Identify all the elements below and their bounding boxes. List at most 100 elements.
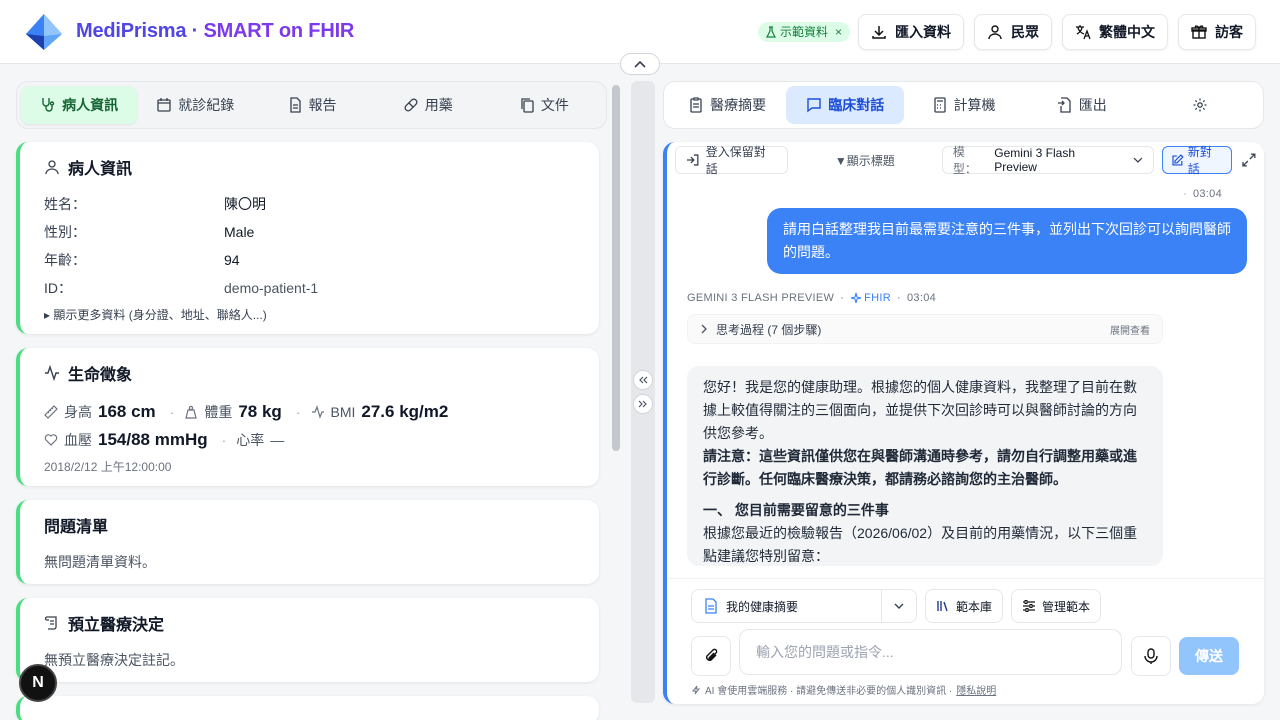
- template-library-label: 範本庫: [956, 599, 993, 614]
- translate-icon: [1076, 24, 1091, 39]
- health-summary-dropdown[interactable]: [882, 603, 916, 609]
- previous-message-meta: · 03:04: [1183, 188, 1222, 200]
- problem-list-empty: 無問題清單資料。: [44, 554, 156, 570]
- ruler-icon: [44, 405, 58, 419]
- thinking-process-toggle[interactable]: 思考過程 (7 個步驟) 展開查看: [687, 314, 1163, 344]
- chevron-right-icon: [701, 324, 707, 334]
- show-title-toggle[interactable]: ▼顯示標題: [796, 152, 934, 169]
- tab-label: 文件: [540, 97, 569, 113]
- stethoscope-icon: [42, 98, 55, 112]
- tab-documents[interactable]: 文件: [486, 86, 602, 124]
- close-icon[interactable]: ×: [835, 25, 842, 39]
- brand-name: MediPrisma ·: [76, 20, 199, 42]
- template-library-button[interactable]: 範本庫: [925, 589, 1004, 623]
- role-button[interactable]: 民眾: [974, 13, 1052, 50]
- chat-toolbar: 登入保留對話 ▼顯示標題 模型： Gemini 3 Flash Preview …: [675, 145, 1256, 176]
- collapse-header-button[interactable]: [620, 53, 660, 75]
- left-panel-scrollbar[interactable]: [612, 85, 620, 451]
- advance-directive-title: 預立醫療決定: [68, 617, 165, 634]
- attach-file-button[interactable]: [691, 636, 731, 676]
- prism-logo-icon: [26, 13, 62, 50]
- new-chat-button[interactable]: 新對話: [1161, 145, 1233, 176]
- tab-patient-info[interactable]: 病人資訊: [21, 86, 138, 124]
- tab-encounters[interactable]: 就診紀錄: [137, 86, 253, 124]
- tab-medical-summary[interactable]: 醫療摘要: [668, 86, 786, 124]
- bmi-value: 27.6 kg/m2: [361, 402, 449, 421]
- activity-icon: [45, 365, 59, 381]
- panel-splitter[interactable]: [631, 81, 655, 703]
- gear-icon: [1193, 98, 1207, 112]
- hr-value: —: [270, 432, 285, 448]
- language-label: 繁體中文: [1099, 23, 1155, 40]
- patient-tabs: 病人資訊 就診紀錄 報告 用藥 文件: [16, 81, 607, 129]
- next-card-peek: [16, 696, 599, 720]
- show-more-details-toggle[interactable]: ▸ 顯示更多資料 (身分證、地址、聯絡人...): [44, 306, 575, 323]
- download-icon: [872, 25, 886, 39]
- import-data-label: 匯入資料: [895, 23, 951, 40]
- zap-icon: [691, 685, 701, 694]
- chat-input[interactable]: 輸入您的問題或指令...: [739, 629, 1122, 675]
- library-icon: [937, 601, 948, 612]
- privacy-link[interactable]: 隱私說明: [956, 682, 996, 697]
- bp-label: 血壓: [64, 432, 92, 448]
- height-value: 168 cm: [98, 402, 156, 421]
- ai-message-meta: GEMINI 3 FLASH PREVIEW · FHIR · 03:04: [687, 292, 937, 304]
- tab-clinical-chat[interactable]: 臨床對話: [786, 86, 905, 124]
- vitals-title: 生命徵象: [68, 367, 133, 384]
- voice-input-button[interactable]: [1131, 636, 1171, 676]
- login-save-chat-button[interactable]: 登入保留對話: [675, 145, 788, 176]
- card-title: 病人資訊: [44, 156, 575, 178]
- patient-info-card: 病人資訊 姓名： 陳〇明 性別： Male 年齡： 94 ID： demo-patien…: [16, 142, 599, 334]
- scroll-icon: [44, 616, 57, 630]
- user-message-bubble: 請用白話整理我目前最需要注意的三件事，並列出下次回診可以詢問醫師的問題。: [767, 208, 1247, 274]
- chevrons-right-icon: [638, 400, 647, 408]
- chat-input-placeholder: 輸入您的問題或指令...: [756, 644, 894, 660]
- guest-button[interactable]: 訪客: [1178, 13, 1256, 50]
- manage-templates-button[interactable]: 管理範本: [1011, 589, 1102, 623]
- tab-settings[interactable]: [1141, 86, 1259, 124]
- send-button[interactable]: 傳送: [1179, 637, 1239, 675]
- file-export-icon: [1057, 97, 1071, 113]
- field-age: 年齡： 94: [44, 246, 575, 274]
- weight-label: 體重: [204, 404, 233, 420]
- ai-message-time: 03:04: [907, 292, 937, 304]
- collapse-left-button[interactable]: [633, 370, 653, 390]
- demo-badge-label: 示範資料: [779, 25, 828, 39]
- role-label: 民眾: [1011, 23, 1039, 40]
- expand-label: 展開查看: [1110, 325, 1150, 337]
- weight-value: 78 kg: [238, 402, 282, 421]
- tab-reports[interactable]: 報告: [253, 86, 369, 124]
- import-data-button[interactable]: 匯入資料: [858, 13, 964, 50]
- login-save-label: 登入保留對話: [705, 145, 766, 176]
- fhir-label: FHIR: [864, 292, 892, 304]
- user-icon: [45, 160, 59, 175]
- tab-calculator[interactable]: 計算機: [904, 86, 1022, 124]
- chevron-down-icon: [1133, 157, 1143, 163]
- new-chat-label: 新對話: [1187, 145, 1212, 176]
- tool-tabs: 醫療摘要 臨床對話 計算機 匯出: [663, 81, 1264, 129]
- ai-cloud-notice: AI 會使用雲端服務 · 請避免傳送非必要的個人識別資訊 · 隱私說明: [691, 682, 996, 697]
- tab-label: 病人資訊: [62, 97, 119, 113]
- tab-medications[interactable]: 用藥: [370, 86, 486, 124]
- tab-label: 臨床對話: [828, 97, 885, 113]
- advance-directive-empty: 無預立醫療決定註記。: [44, 652, 184, 668]
- tab-export[interactable]: 匯出: [1023, 86, 1141, 124]
- field-value: 陳〇明: [224, 196, 266, 212]
- ai-paragraph-disclaimer: 請注意：這些資訊僅供您在與醫師溝通時參考，請勿自行調整用藥或進行診斷。任何臨床醫…: [703, 448, 1137, 487]
- manage-templates-label: 管理範本: [1042, 599, 1091, 614]
- language-button[interactable]: 繁體中文: [1062, 13, 1168, 50]
- field-label: 姓名：: [44, 196, 86, 212]
- model-select[interactable]: 模型： Gemini 3 Flash Preview: [941, 145, 1154, 176]
- paperclip-icon: [706, 648, 718, 661]
- calculator-icon: [933, 97, 946, 113]
- dev-tools-badge[interactable]: N: [19, 664, 57, 702]
- vitals-row-1: 身高 168 cm · 體重 78 kg · BMI 27.6 kg/m2: [44, 398, 575, 426]
- health-summary-button[interactable]: 我的健康摘要: [692, 590, 882, 622]
- flask-icon: [765, 25, 776, 38]
- collapse-right-button[interactable]: [633, 394, 653, 414]
- maximize-icon[interactable]: [1242, 153, 1256, 167]
- demo-data-badge[interactable]: 示範資料 ×: [757, 21, 850, 42]
- field-label: 性別：: [44, 224, 86, 240]
- ai-model-name: GEMINI 3 FLASH PREVIEW: [687, 292, 835, 304]
- bmi-label: BMI: [330, 404, 356, 420]
